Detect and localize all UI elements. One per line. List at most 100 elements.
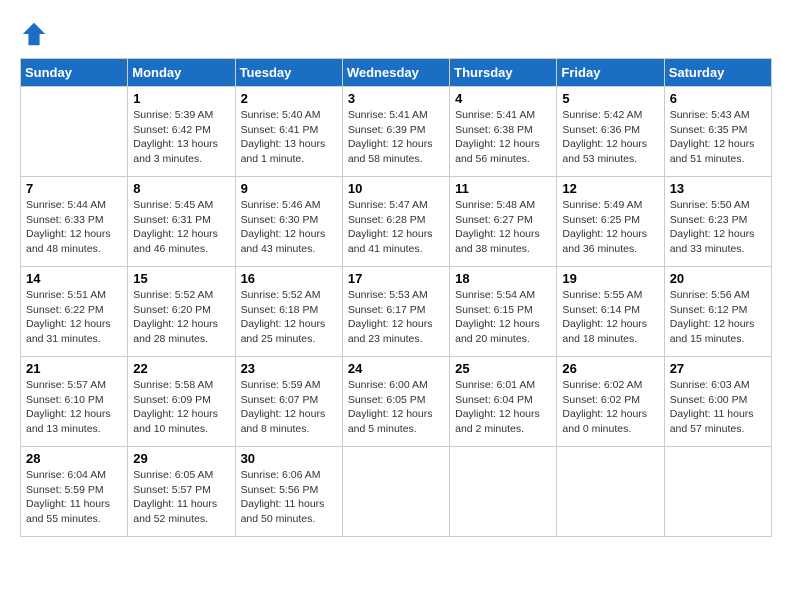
day-number: 7 (26, 181, 122, 196)
day-info: Sunrise: 5:52 AM Sunset: 6:18 PM Dayligh… (241, 288, 337, 347)
calendar-cell: 22 Sunrise: 5:58 AM Sunset: 6:09 PM Dayli… (128, 357, 235, 447)
day-number: 27 (670, 361, 766, 376)
day-info: Sunrise: 6:03 AM Sunset: 6:00 PM Dayligh… (670, 378, 766, 437)
day-info: Sunrise: 5:47 AM Sunset: 6:28 PM Dayligh… (348, 198, 444, 257)
calendar-week-4: 21 Sunrise: 5:57 AM Sunset: 6:10 PM Dayli… (21, 357, 772, 447)
calendar-cell: 14 Sunrise: 5:51 AM Sunset: 6:22 PM Dayli… (21, 267, 128, 357)
weekday-header-tuesday: Tuesday (235, 59, 342, 87)
calendar-cell: 5Sunrise: 5:42 AM Sunset: 6:36 PM Daylig… (557, 87, 664, 177)
day-info: Sunrise: 6:06 AM Sunset: 5:56 PM Dayligh… (241, 468, 337, 527)
logo-icon (20, 20, 48, 48)
weekday-header-saturday: Saturday (664, 59, 771, 87)
day-number: 4 (455, 91, 551, 106)
calendar-cell (342, 447, 449, 537)
calendar-cell: 8 Sunrise: 5:45 AM Sunset: 6:31 PM Daylig… (128, 177, 235, 267)
day-info: Sunrise: 5:43 AM Sunset: 6:35 PM Dayligh… (670, 108, 766, 167)
calendar-cell: 19 Sunrise: 5:55 AM Sunset: 6:14 PM Dayli… (557, 267, 664, 357)
calendar-cell: 2 Sunrise: 5:40 AM Sunset: 6:41 PM Daylig… (235, 87, 342, 177)
day-number: 26 (562, 361, 658, 376)
day-info: Sunrise: 5:59 AM Sunset: 6:07 PM Dayligh… (241, 378, 337, 437)
day-info: Sunrise: 5:56 AM Sunset: 6:12 PM Dayligh… (670, 288, 766, 347)
calendar-cell: 9Sunrise: 5:46 AM Sunset: 6:30 PM Daylig… (235, 177, 342, 267)
calendar-cell: 11 Sunrise: 5:48 AM Sunset: 6:27 PM Dayli… (450, 177, 557, 267)
calendar-week-3: 14 Sunrise: 5:51 AM Sunset: 6:22 PM Dayli… (21, 267, 772, 357)
day-number: 19 (562, 271, 658, 286)
calendar-cell: 27 Sunrise: 6:03 AM Sunset: 6:00 PM Dayli… (664, 357, 771, 447)
day-number: 18 (455, 271, 551, 286)
day-number: 6 (670, 91, 766, 106)
calendar-cell: 29 Sunrise: 6:05 AM Sunset: 5:57 PM Dayli… (128, 447, 235, 537)
day-info: Sunrise: 5:45 AM Sunset: 6:31 PM Dayligh… (133, 198, 229, 257)
calendar-table: SundayMondayTuesdayWednesdayThursdayFrid… (20, 58, 772, 537)
day-info: Sunrise: 6:05 AM Sunset: 5:57 PM Dayligh… (133, 468, 229, 527)
day-number: 25 (455, 361, 551, 376)
calendar-cell (557, 447, 664, 537)
calendar-cell: 26 Sunrise: 6:02 AM Sunset: 6:02 PM Dayli… (557, 357, 664, 447)
day-info: Sunrise: 5:50 AM Sunset: 6:23 PM Dayligh… (670, 198, 766, 257)
calendar-cell: 13 Sunrise: 5:50 AM Sunset: 6:23 PM Dayli… (664, 177, 771, 267)
weekday-header-wednesday: Wednesday (342, 59, 449, 87)
calendar-cell: 1Sunrise: 5:39 AM Sunset: 6:42 PM Daylig… (128, 87, 235, 177)
calendar-body: 1Sunrise: 5:39 AM Sunset: 6:42 PM Daylig… (21, 87, 772, 537)
day-info: Sunrise: 5:48 AM Sunset: 6:27 PM Dayligh… (455, 198, 551, 257)
day-info: Sunrise: 5:52 AM Sunset: 6:20 PM Dayligh… (133, 288, 229, 347)
day-number: 11 (455, 181, 551, 196)
calendar-cell: 18 Sunrise: 5:54 AM Sunset: 6:15 PM Dayli… (450, 267, 557, 357)
day-number: 10 (348, 181, 444, 196)
day-number: 24 (348, 361, 444, 376)
calendar-cell: 17Sunrise: 5:53 AM Sunset: 6:17 PM Dayli… (342, 267, 449, 357)
day-number: 23 (241, 361, 337, 376)
calendar-cell: 16 Sunrise: 5:52 AM Sunset: 6:18 PM Dayli… (235, 267, 342, 357)
day-info: Sunrise: 6:01 AM Sunset: 6:04 PM Dayligh… (455, 378, 551, 437)
calendar-header: SundayMondayTuesdayWednesdayThursdayFrid… (21, 59, 772, 87)
day-number: 3 (348, 91, 444, 106)
day-info: Sunrise: 5:46 AM Sunset: 6:30 PM Dayligh… (241, 198, 337, 257)
day-info: Sunrise: 5:51 AM Sunset: 6:22 PM Dayligh… (26, 288, 122, 347)
day-number: 12 (562, 181, 658, 196)
day-number: 8 (133, 181, 229, 196)
calendar-cell: 12Sunrise: 5:49 AM Sunset: 6:25 PM Dayli… (557, 177, 664, 267)
day-number: 20 (670, 271, 766, 286)
calendar-week-2: 7Sunrise: 5:44 AM Sunset: 6:33 PM Daylig… (21, 177, 772, 267)
weekday-header-sunday: Sunday (21, 59, 128, 87)
calendar-cell: 30Sunrise: 6:06 AM Sunset: 5:56 PM Dayli… (235, 447, 342, 537)
day-info: Sunrise: 5:42 AM Sunset: 6:36 PM Dayligh… (562, 108, 658, 167)
day-number: 14 (26, 271, 122, 286)
calendar-cell: 21 Sunrise: 5:57 AM Sunset: 6:10 PM Dayli… (21, 357, 128, 447)
calendar-cell: 3Sunrise: 5:41 AM Sunset: 6:39 PM Daylig… (342, 87, 449, 177)
calendar-cell: 24 Sunrise: 6:00 AM Sunset: 6:05 PM Dayli… (342, 357, 449, 447)
page-header (20, 20, 772, 48)
day-number: 16 (241, 271, 337, 286)
day-info: Sunrise: 6:02 AM Sunset: 6:02 PM Dayligh… (562, 378, 658, 437)
day-info: Sunrise: 6:00 AM Sunset: 6:05 PM Dayligh… (348, 378, 444, 437)
day-info: Sunrise: 5:41 AM Sunset: 6:38 PM Dayligh… (455, 108, 551, 167)
day-number: 13 (670, 181, 766, 196)
calendar-cell: 23 Sunrise: 5:59 AM Sunset: 6:07 PM Dayli… (235, 357, 342, 447)
day-number: 2 (241, 91, 337, 106)
day-number: 15 (133, 271, 229, 286)
calendar-cell (664, 447, 771, 537)
day-number: 29 (133, 451, 229, 466)
weekday-row: SundayMondayTuesdayWednesdayThursdayFrid… (21, 59, 772, 87)
calendar-week-1: 1Sunrise: 5:39 AM Sunset: 6:42 PM Daylig… (21, 87, 772, 177)
calendar-cell: 6 Sunrise: 5:43 AM Sunset: 6:35 PM Daylig… (664, 87, 771, 177)
day-info: Sunrise: 5:40 AM Sunset: 6:41 PM Dayligh… (241, 108, 337, 167)
calendar-cell (21, 87, 128, 177)
calendar-cell: 4 Sunrise: 5:41 AM Sunset: 6:38 PM Daylig… (450, 87, 557, 177)
day-number: 21 (26, 361, 122, 376)
day-info: Sunrise: 5:54 AM Sunset: 6:15 PM Dayligh… (455, 288, 551, 347)
day-number: 22 (133, 361, 229, 376)
day-info: Sunrise: 6:04 AM Sunset: 5:59 PM Dayligh… (26, 468, 122, 527)
day-info: Sunrise: 5:58 AM Sunset: 6:09 PM Dayligh… (133, 378, 229, 437)
calendar-cell: 28Sunrise: 6:04 AM Sunset: 5:59 PM Dayli… (21, 447, 128, 537)
weekday-header-monday: Monday (128, 59, 235, 87)
weekday-header-thursday: Thursday (450, 59, 557, 87)
weekday-header-friday: Friday (557, 59, 664, 87)
calendar-cell: 25 Sunrise: 6:01 AM Sunset: 6:04 PM Dayli… (450, 357, 557, 447)
calendar-cell: 7Sunrise: 5:44 AM Sunset: 6:33 PM Daylig… (21, 177, 128, 267)
day-number: 17 (348, 271, 444, 286)
day-number: 1 (133, 91, 229, 106)
calendar-cell: 20 Sunrise: 5:56 AM Sunset: 6:12 PM Dayli… (664, 267, 771, 357)
day-info: Sunrise: 5:55 AM Sunset: 6:14 PM Dayligh… (562, 288, 658, 347)
day-info: Sunrise: 5:57 AM Sunset: 6:10 PM Dayligh… (26, 378, 122, 437)
